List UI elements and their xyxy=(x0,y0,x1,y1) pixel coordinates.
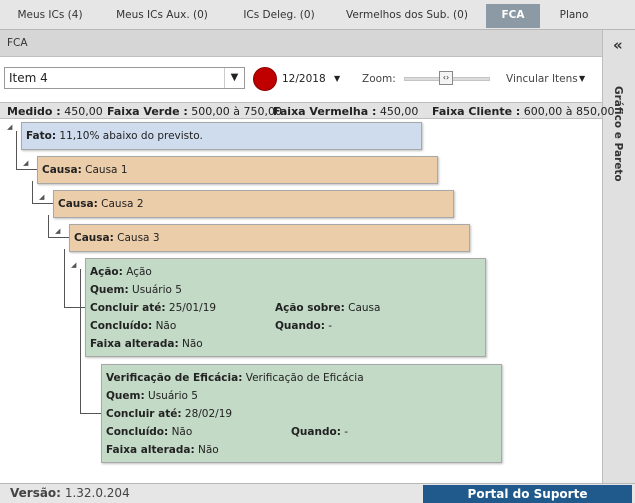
caret-down-icon[interactable]: ▼ xyxy=(334,74,340,83)
range-summary-bar: Medido : 450,00 Faixa Verde : 500,00 à 7… xyxy=(0,102,614,119)
collapse-triangle-icon[interactable]: ◢ xyxy=(39,193,44,201)
tab-meus-ics[interactable]: Meus ICs (4) xyxy=(6,4,94,26)
acao-field: Ação: Ação xyxy=(90,266,152,278)
fca-tree: ◢ ◢ ◢ ◢ ◢ Fato: 11,10% abaixo do previst… xyxy=(0,119,602,483)
vincular-itens-dropdown[interactable]: Vincular Itens xyxy=(506,73,578,85)
zoom-label: Zoom: xyxy=(362,73,396,85)
tree-connector xyxy=(48,237,69,238)
causa-text: Causa: Causa 2 xyxy=(58,198,144,210)
status-indicator xyxy=(253,67,277,91)
panel-title: FCA xyxy=(7,37,28,49)
concluir-ate-field: Concluir até: 25/01/19 xyxy=(90,302,217,314)
tree-connector xyxy=(64,307,86,308)
tree-connector xyxy=(80,413,102,414)
concluido-field: Concluído: Não xyxy=(106,426,193,438)
fato-card[interactable]: Fato: 11,10% abaixo do previsto. xyxy=(21,122,422,150)
version-info: Versão: 1.32.0.204 xyxy=(10,486,130,500)
quando-field: Quando: - xyxy=(291,426,349,438)
item-select[interactable]: Item 4 ▼ xyxy=(4,67,245,89)
tab-ics-deleg[interactable]: ICs Deleg. (0) xyxy=(232,4,326,26)
collapse-triangle-icon[interactable]: ◢ xyxy=(71,261,76,269)
quem-field: Quem: Usuário 5 xyxy=(90,284,182,296)
faixa-cliente-field: Faixa Cliente : 600,00 à 850,00 xyxy=(432,105,615,118)
item-select-value: Item 4 xyxy=(9,71,48,85)
acao-card[interactable]: Ação: Ação Quem: Usuário 5 Concluir até:… xyxy=(85,258,486,357)
medido-field: Medido : 450,00 xyxy=(7,105,103,118)
tree-connector xyxy=(32,203,53,204)
acao-sobre-field: Ação sobre: Causa xyxy=(275,302,381,314)
faixa-alterada-field: Faixa alterada: Não xyxy=(90,338,203,350)
tab-plano[interactable]: Plano xyxy=(548,4,600,26)
causa-text: Causa: Causa 3 xyxy=(74,232,160,244)
toolbar: Item 4 ▼ 12/2018 ▼ Zoom: ‹› Vincular Ite… xyxy=(0,58,602,102)
quando-field: Quando: - xyxy=(275,320,333,332)
tree-connector xyxy=(64,249,65,307)
tree-connector xyxy=(48,215,49,237)
tree-connector xyxy=(16,169,37,170)
footer: Versão: 1.32.0.204 Portal do Suporte xyxy=(0,483,635,503)
zoom-slider-handle[interactable]: ‹› xyxy=(439,71,453,85)
panel-header: FCA xyxy=(0,30,602,57)
tree-connector xyxy=(32,181,33,203)
collapse-triangle-icon[interactable]: ◢ xyxy=(55,227,60,235)
faixa-alterada-field: Faixa alterada: Não xyxy=(106,444,219,456)
tab-bar: Meus ICs (4) Meus ICs Aux. (0) ICs Deleg… xyxy=(0,0,635,30)
causa-card[interactable]: Causa: Causa 2 xyxy=(53,190,454,218)
side-panel-title[interactable]: Gráfico e Pareto xyxy=(612,86,624,182)
chevron-down-icon[interactable]: ▼ xyxy=(224,68,244,88)
verificacao-field: Verificação de Eficácia: Verificação de … xyxy=(106,372,364,384)
verificacao-card[interactable]: Verificação de Eficácia: Verificação de … xyxy=(101,364,502,463)
causa-text: Causa: Causa 1 xyxy=(42,164,128,176)
collapse-triangle-icon[interactable]: ◢ xyxy=(23,159,28,167)
tree-connector xyxy=(16,131,17,169)
chevrons-left-icon[interactable]: « xyxy=(613,36,623,54)
fato-text: Fato: 11,10% abaixo do previsto. xyxy=(26,130,203,142)
concluido-field: Concluído: Não xyxy=(90,320,177,332)
causa-card[interactable]: Causa: Causa 3 xyxy=(69,224,470,252)
tree-connector xyxy=(80,269,81,413)
concluir-ate-field: Concluir até: 28/02/19 xyxy=(106,408,233,420)
side-panel-strip[interactable]: « Gráfico e Pareto xyxy=(602,30,635,483)
faixa-verde-field: Faixa Verde : 500,00 à 750,00 xyxy=(107,105,282,118)
tab-vermelhos-dos-sub[interactable]: Vermelhos dos Sub. (0) xyxy=(338,4,476,26)
portal-do-suporte-button[interactable]: Portal do Suporte xyxy=(423,485,632,503)
causa-card[interactable]: Causa: Causa 1 xyxy=(37,156,438,184)
period-selector[interactable]: 12/2018 xyxy=(282,73,326,85)
collapse-triangle-icon[interactable]: ◢ xyxy=(7,123,12,131)
tab-fca[interactable]: FCA xyxy=(486,4,540,28)
faixa-vermelha-field: Faixa Vermelha : 450,00 xyxy=(273,105,419,118)
caret-down-icon[interactable]: ▼ xyxy=(579,74,585,83)
quem-field: Quem: Usuário 5 xyxy=(106,390,198,402)
tab-meus-ics-aux[interactable]: Meus ICs Aux. (0) xyxy=(104,4,220,26)
